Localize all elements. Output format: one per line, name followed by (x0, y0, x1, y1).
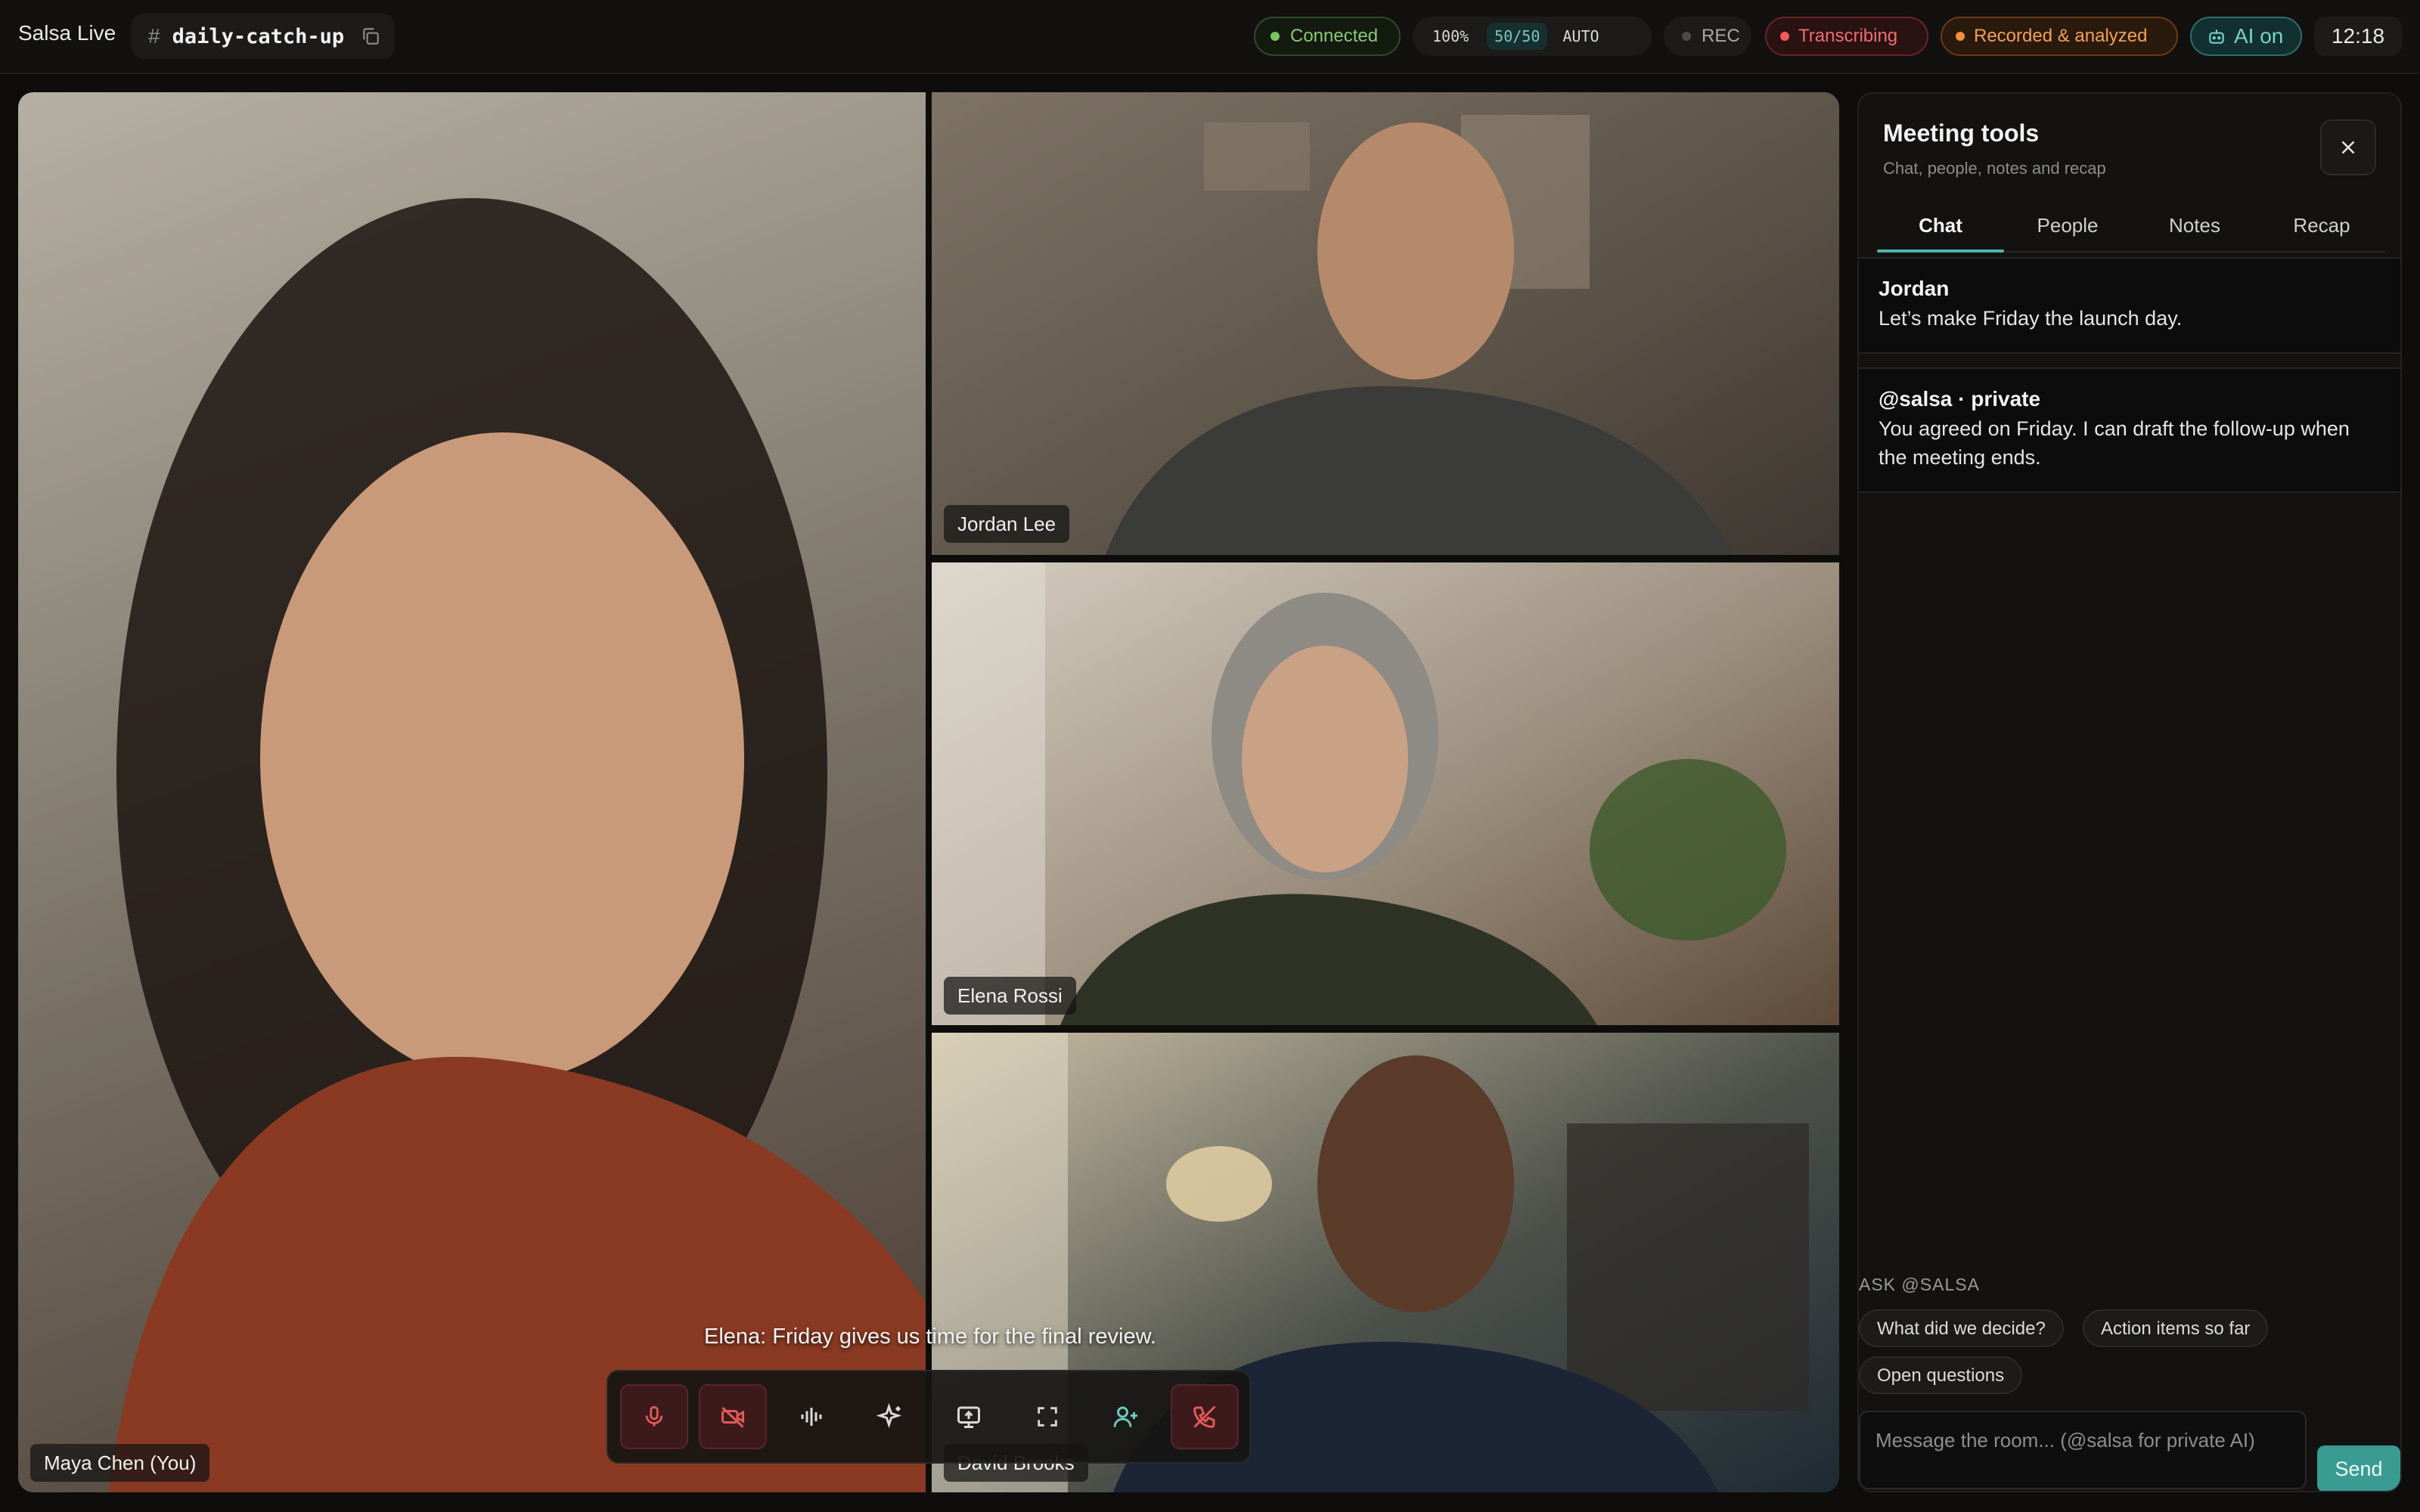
video-tile-maya[interactable]: Maya Chen (You) (18, 92, 926, 1492)
add-person-icon (1112, 1403, 1140, 1430)
live-caption: Elena: Friday gives us time for the fina… (704, 1325, 1156, 1349)
copy-icon[interactable] (361, 26, 380, 46)
panel-title: Meeting tools (1883, 119, 2040, 147)
microphone-muted-icon (641, 1404, 667, 1430)
close-icon (2337, 136, 2360, 159)
participant-avatar-silhouette (932, 562, 1786, 1025)
camera-off-icon (719, 1403, 746, 1430)
invite-button[interactable] (1092, 1384, 1160, 1449)
close-panel-button[interactable] (2320, 119, 2376, 175)
audio-button[interactable] (777, 1384, 845, 1449)
quality-stats[interactable]: 100% 50/50 AUTO (1413, 17, 1652, 56)
suggestion-chip[interactable]: Action items so far (2083, 1309, 2269, 1347)
participant-avatar-silhouette (1106, 115, 1733, 555)
message-input[interactable]: Message the room... (@salsa for private … (1859, 1411, 2307, 1489)
message-author: @salsa · private (1879, 387, 2041, 411)
screen-share-button[interactable] (935, 1384, 1003, 1449)
call-controls (607, 1370, 1251, 1464)
chat-message: Jordan Let’s make Friday the launch day. (1859, 257, 2400, 354)
participant-name: Maya Chen (You) (30, 1444, 210, 1482)
ai-sparkle-icon (876, 1403, 904, 1430)
message-author: Jordan (1879, 277, 1950, 300)
quality-value: 100% (1432, 27, 1469, 45)
mute-button[interactable] (620, 1384, 688, 1449)
recorded-dot-icon (1956, 32, 1965, 41)
meeting-tools-panel: Meeting tools Chat, people, notes and re… (1857, 92, 2402, 1492)
participant-name: Jordan Lee (944, 505, 1070, 543)
participant-count: 50/50 (1487, 23, 1548, 50)
connected-dot-icon (1270, 32, 1280, 41)
video-tile-jordan[interactable]: Jordan Lee (932, 92, 1839, 555)
panel-subtitle: Chat, people, notes and recap (1883, 159, 2106, 178)
tab-people[interactable]: People (2004, 209, 2131, 251)
quality-mode: AUTO (1562, 27, 1599, 45)
tab-recap[interactable]: Recap (2258, 209, 2385, 251)
channel-name-chip[interactable]: # daily-catch-up (132, 14, 395, 59)
message-text: You agreed on Friday. I can draft the fo… (1879, 417, 2350, 469)
recorded-status[interactable]: Recorded & analyzed (1941, 17, 2178, 56)
clock: 12:18 (2314, 17, 2402, 56)
message-text: Let’s make Friday the launch day. (1879, 307, 2183, 330)
send-button[interactable]: Send (2317, 1445, 2400, 1491)
robot-icon (2207, 26, 2226, 46)
ask-salsa-label: ASK @SALSA (1859, 1275, 1980, 1294)
rec-dot-icon (1682, 32, 1691, 41)
tab-notes[interactable]: Notes (2131, 209, 2258, 251)
audio-waveform-icon (798, 1403, 825, 1430)
connection-status: Connected (1254, 17, 1401, 56)
participant-avatar-silhouette (18, 92, 926, 1492)
fullscreen-icon (1035, 1404, 1060, 1430)
suggestion-chip[interactable]: What did we decide? (1859, 1309, 2064, 1347)
camera-button[interactable] (699, 1384, 767, 1449)
tab-chat[interactable]: Chat (1877, 209, 2004, 253)
panel-tabs: Chat People Notes Recap (1877, 209, 2385, 253)
ai-label: AI on (2234, 24, 2284, 48)
chat-message-private-ai: @salsa · private You agreed on Friday. I… (1859, 367, 2400, 493)
connection-status-label: Connected (1290, 26, 1379, 46)
hash-icon: # (148, 24, 160, 48)
suggestion-chip[interactable]: Open questions (1859, 1356, 2023, 1394)
ai-assist-button[interactable] (856, 1384, 924, 1449)
fullscreen-button[interactable] (1013, 1384, 1081, 1449)
transcribing-label: Transcribing (1798, 26, 1898, 46)
video-tile-elena[interactable]: Elena Rossi (932, 562, 1839, 1025)
participant-name: Elena Rossi (944, 977, 1076, 1015)
screen-share-icon (955, 1403, 982, 1430)
rec-toggle[interactable]: REC (1664, 17, 1751, 56)
rec-label: REC (1702, 26, 1740, 46)
leave-call-button[interactable] (1171, 1384, 1239, 1449)
transcribing-dot-icon (1780, 32, 1789, 41)
recorded-label: Recorded & analyzed (1974, 26, 2148, 46)
channel-name: daily-catch-up (172, 24, 345, 48)
ai-toggle[interactable]: AI on (2190, 17, 2302, 56)
top-bar: Salsa Live # daily-catch-up Connected 10… (0, 0, 2420, 74)
app-name: Salsa Live (18, 21, 116, 45)
transcribing-status[interactable]: Transcribing (1765, 17, 1928, 56)
end-call-icon (1191, 1403, 1218, 1430)
